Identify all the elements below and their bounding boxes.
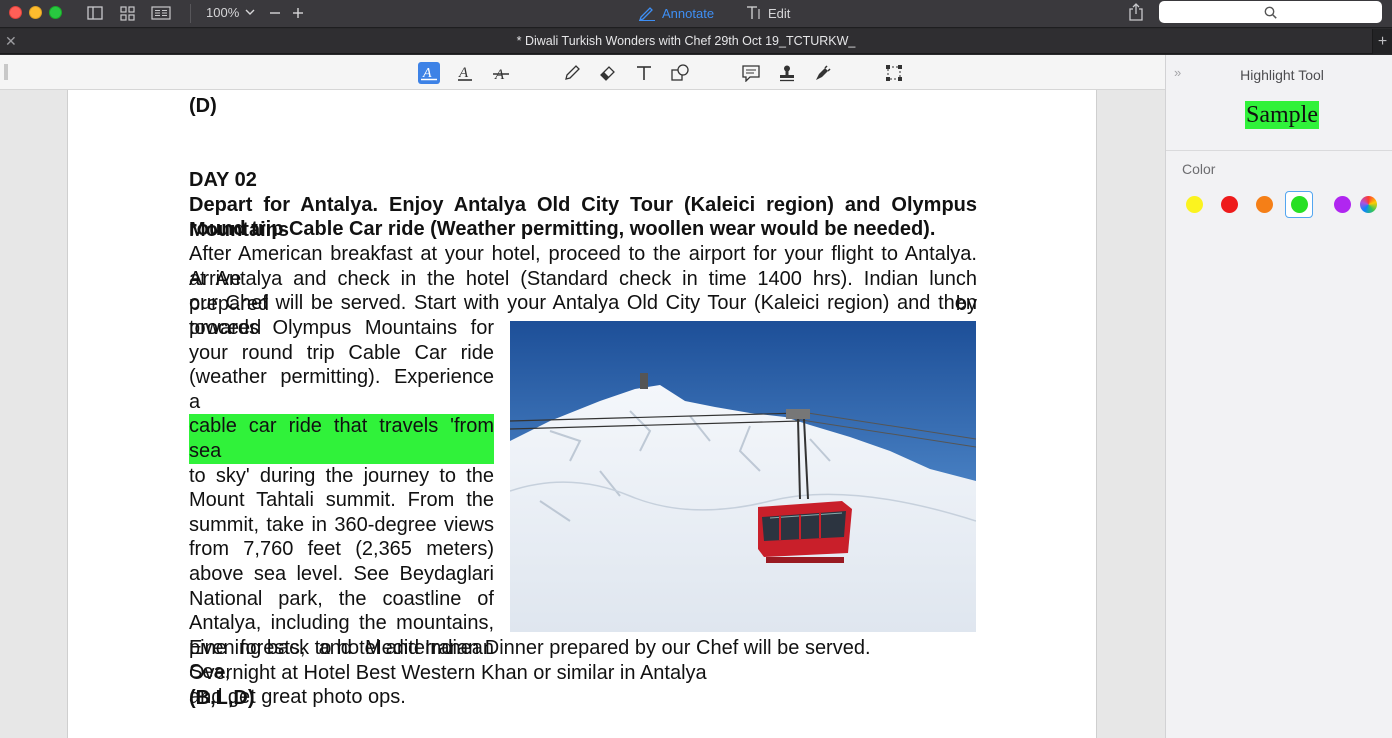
eraser-tool-icon[interactable] (597, 62, 619, 84)
edit-label: Edit (768, 5, 791, 21)
selection-tool-icon[interactable] (883, 62, 905, 84)
column-line: towards Olympus Mountains for (189, 317, 494, 339)
color-swatch-orange[interactable] (1256, 196, 1273, 213)
meals-previous-day: (D) (189, 95, 217, 117)
column-line: to sky' during the journey to the (189, 464, 494, 487)
reader-view-icon[interactable] (150, 4, 172, 22)
color-swatch-purple[interactable] (1334, 196, 1351, 213)
thumbnails-view-icon[interactable] (118, 4, 136, 22)
toolbar-divider (190, 4, 191, 23)
paragraph-line: Overnight at Hotel Best Western Khan or … (189, 662, 707, 684)
pencil-tool-icon[interactable] (561, 62, 583, 84)
toolbar-grip[interactable] (4, 64, 8, 80)
search-input[interactable] (1159, 1, 1382, 23)
stamp-tool-icon[interactable] (776, 62, 798, 84)
paragraph-line: Evening back to hotel and Indian Dinner … (189, 637, 871, 659)
note-tool-icon[interactable] (740, 62, 762, 84)
share-icon[interactable] (1128, 3, 1144, 26)
column-line: (weather permitting). Experience a (189, 366, 494, 413)
tab-bar: ✕ * Diwali Turkish Wonders with Chef 29t… (0, 29, 1392, 54)
panel-title: Highlight Tool (1240, 67, 1324, 83)
color-swatch-red[interactable] (1221, 196, 1238, 213)
text-box-tool-icon[interactable] (633, 62, 655, 84)
text-underline-tool-icon[interactable]: A (454, 62, 476, 84)
zoom-window-button[interactable] (49, 6, 62, 19)
text-highlight-tool-icon[interactable]: A (418, 62, 440, 84)
zoom-control[interactable]: 100% (206, 5, 255, 20)
shapes-tool-icon[interactable] (669, 62, 691, 84)
minimize-window-button[interactable] (29, 6, 42, 19)
annotate-label: Annotate (662, 5, 715, 21)
column-line: Antalya, including the mountains, (189, 612, 494, 635)
pdf-page[interactable]: (D) DAY 02 Depart for Antalya. Enjoy Ant… (67, 90, 1097, 738)
text-strikethrough-tool-icon[interactable]: A (490, 62, 512, 84)
meals-included: (B,L,D) (189, 687, 255, 709)
chevron-down-icon (245, 9, 255, 15)
cable-car-photo (510, 321, 976, 632)
zoom-out-icon[interactable] (268, 4, 282, 22)
column-line: Mount Tahtali summit. From the (189, 489, 494, 512)
search-icon (1264, 6, 1277, 19)
column-line: your round trip Cable Car ride (189, 341, 494, 364)
new-tab-button[interactable]: + (1372, 29, 1392, 54)
zoom-level: 100% (206, 5, 240, 20)
edit-mode-button[interactable]: Edit (746, 5, 790, 21)
column-line: National park, the coastline of (189, 587, 494, 610)
document-viewport[interactable]: (D) DAY 02 Depart for Antalya. Enjoy Ant… (0, 90, 1165, 738)
document-tab-title[interactable]: * Diwali Turkish Wonders with Chef 29th … (0, 34, 1372, 48)
color-swatch-yellow[interactable] (1186, 196, 1203, 213)
custom-color-picker-icon[interactable] (1360, 196, 1377, 213)
pen-icon (638, 7, 655, 21)
highlight-sample: Sample (1245, 101, 1319, 129)
day-heading: DAY 02 (189, 169, 257, 191)
sidebar-toggle-icon[interactable] (86, 4, 104, 22)
close-window-button[interactable] (9, 6, 22, 19)
svg-text:A: A (458, 65, 469, 81)
window-titlebar: 100% Annotate Edit (0, 0, 1392, 28)
column-line: from 7,760 feet (2,365 meters) (189, 538, 494, 561)
column-line: above sea level. See Beydaglari (189, 562, 494, 585)
highlight-tool-panel: » Highlight Tool Sample Color (1165, 55, 1392, 738)
color-label: Color (1182, 161, 1216, 177)
panel-divider (1166, 150, 1392, 151)
color-swatch-green[interactable] (1291, 196, 1308, 213)
annotate-mode-button[interactable]: Annotate (638, 5, 714, 21)
column-line: summit, take in 360-degree views (189, 513, 494, 536)
zoom-in-icon[interactable] (291, 4, 305, 22)
highlighted-text[interactable]: cable car ride that travels 'from sea (189, 414, 494, 464)
signature-tool-icon[interactable] (812, 62, 834, 84)
text-cursor-icon (747, 6, 760, 19)
day-title-line-2: round trip Cable Car ride (Weather permi… (189, 218, 936, 240)
annotation-toolbar: A A A (0, 55, 1165, 90)
